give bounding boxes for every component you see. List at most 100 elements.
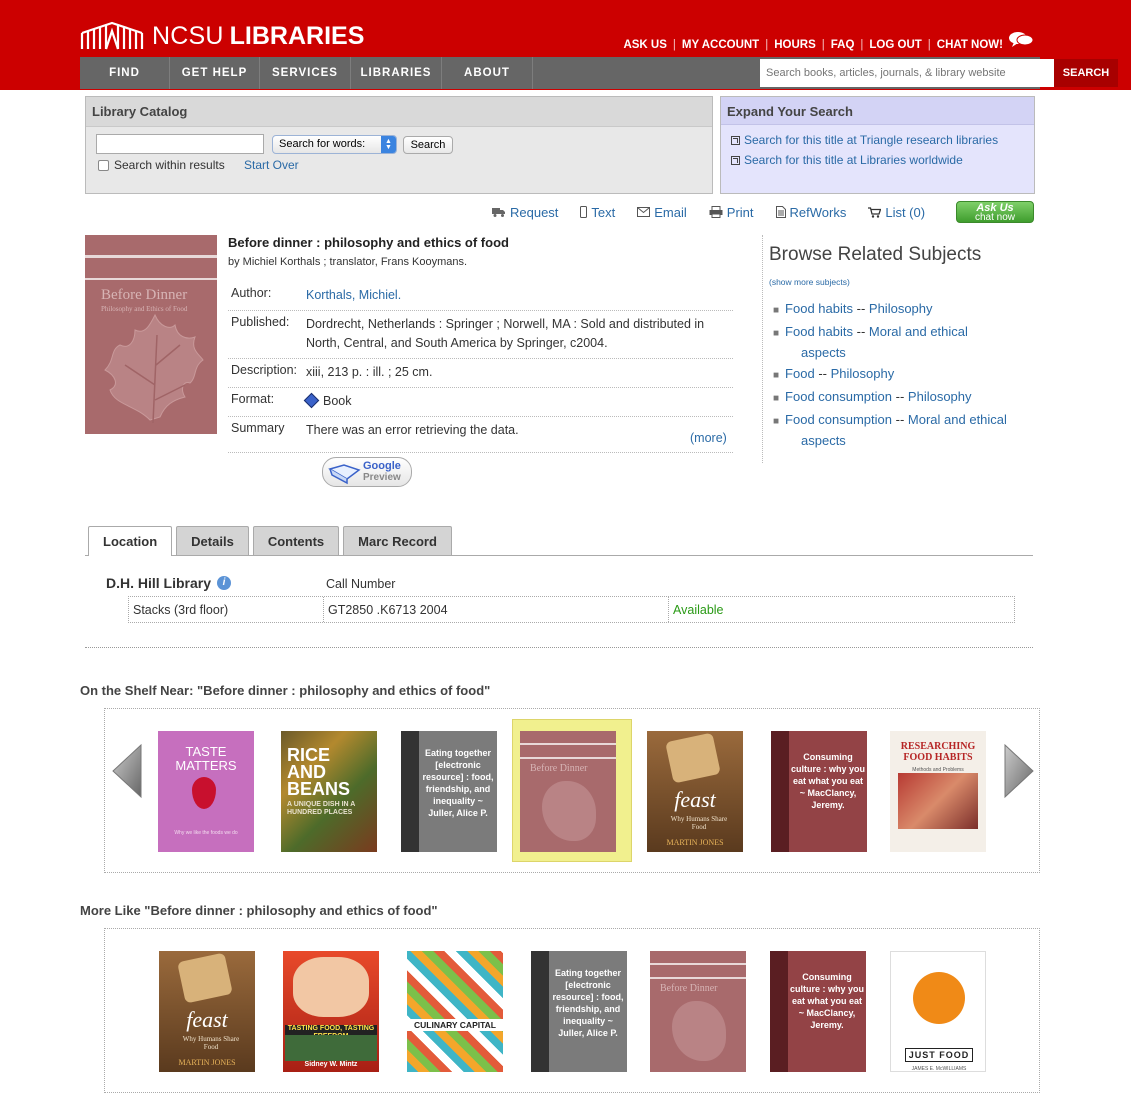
more-like-carousel: feast Why Humans Share Food MARTIN JONES TA… [104, 928, 1040, 1093]
book-thumbnail[interactable]: RESEARCHING FOOD HABITS Methods and Proble… [890, 731, 986, 852]
log-out-link[interactable]: LOG OUT [869, 39, 921, 51]
subject-sub[interactable]: Moral and ethical [869, 324, 968, 339]
request-link[interactable]: Request [492, 205, 558, 220]
book-thumbnail[interactable]: Consuming culture : why you eat what you… [770, 951, 866, 1072]
ask-us-subtitle: chat now [974, 212, 1016, 223]
subject-item[interactable]: ■ Food consumption -- Moral and ethical a… [773, 410, 1007, 450]
book-thumbnail[interactable]: feast Why Humans Share Food MARTIN JONES [647, 731, 743, 852]
catalog-search-button[interactable]: Search [403, 136, 453, 154]
nav-services[interactable]: SERVICES [260, 57, 351, 89]
subject-main[interactable]: Food habits [785, 301, 853, 316]
bullet-icon: ■ [773, 328, 780, 339]
book-title: Consuming culture : why you eat what you… [790, 972, 865, 1030]
triangle-libraries-link[interactable]: Search for this title at Triangle resear… [731, 133, 998, 147]
book-thumbnail[interactable]: Consuming culture : why you eat what you… [771, 731, 867, 852]
search-type-value: Search for words: [279, 138, 366, 150]
field-row-format: Format: Book [228, 388, 733, 417]
phone-icon [580, 206, 588, 218]
subject-sub[interactable]: Philosophy [869, 301, 933, 316]
catalog-search-input[interactable] [96, 134, 264, 154]
tab-marc-record[interactable]: Marc Record [343, 526, 452, 555]
list-label: List (0) [885, 204, 926, 220]
strawberry-icon [192, 777, 216, 809]
tab-contents[interactable]: Contents [252, 526, 340, 555]
worldwide-libraries-link[interactable]: Search for this title at Libraries world… [731, 153, 963, 167]
chat-bubble-icon[interactable] [1008, 31, 1034, 49]
field-label: Summary [231, 421, 285, 435]
book-thumbnail[interactable]: Before Dinner [520, 731, 616, 852]
faq-link[interactable]: FAQ [831, 39, 855, 51]
cover-band [85, 255, 217, 258]
print-link[interactable]: Print [709, 205, 754, 220]
book-thumbnail[interactable]: TASTE MATTERS Why we like the foods we do [158, 731, 254, 852]
email-label: Email [654, 204, 687, 220]
book-thumbnail[interactable]: RICE AND BEANS A UNIQUE DISH IN A HUNDRED P… [281, 731, 377, 852]
book-subtitle: Why we like the foods we do [174, 830, 238, 836]
search-type-select[interactable]: Search for words: ▲ ▼ [272, 135, 397, 154]
book-thumbnail[interactable]: JUST FOOD JAMES E. McWILLIAMS [890, 951, 986, 1072]
bullet-icon: ■ [773, 393, 780, 404]
main-nav: FIND GET HELP SERVICES LIBRARIES ABOUT S… [80, 57, 1118, 89]
subject-main[interactable]: Food consumption [785, 412, 892, 427]
nav-find[interactable]: FIND [80, 57, 170, 89]
subject-sub[interactable]: Philosophy [908, 389, 972, 404]
subject-sub-cont[interactable]: aspects [773, 431, 1007, 450]
document-icon [775, 206, 786, 218]
my-account-link[interactable]: MY ACCOUNT [682, 39, 759, 51]
subject-main[interactable]: Food [785, 366, 815, 381]
ncsu-libraries-logo[interactable]: NCSU LIBRARIES [80, 16, 364, 56]
chat-now-link[interactable]: CHAT NOW! [937, 39, 1003, 51]
cover-band [520, 743, 616, 745]
refworks-link[interactable]: RefWorks [775, 205, 846, 220]
google-preview-button[interactable]: Google Preview [322, 457, 412, 487]
subject-main[interactable]: Food habits [785, 324, 853, 339]
book-thumbnail[interactable]: Before Dinner [650, 951, 746, 1072]
smile-image [293, 957, 369, 1017]
carousel-next-arrow-icon[interactable] [1003, 743, 1035, 799]
subject-item[interactable]: ■ Food consumption -- Philosophy [773, 387, 972, 408]
ask-us-chat-button[interactable]: Ask Us chat now [956, 201, 1034, 223]
tab-location[interactable]: Location [88, 526, 173, 556]
ask-us-link[interactable]: ASK US [623, 39, 666, 51]
hours-link[interactable]: HOURS [774, 39, 816, 51]
book-title: Eating together [electronic resource] : … [552, 968, 624, 1038]
subject-item[interactable]: ■ Food habits -- Moral and ethical aspect… [773, 322, 968, 362]
record-title: Before dinner : philosophy and ethics of… [228, 235, 509, 250]
subject-main[interactable]: Food consumption [785, 389, 892, 404]
nav-get-help[interactable]: GET HELP [170, 57, 260, 89]
book-thumbnail[interactable]: feast Why Humans Share Food MARTIN JONES [159, 951, 255, 1072]
start-over-link[interactable]: Start Over [244, 158, 299, 172]
text-link[interactable]: Text [580, 205, 615, 220]
nav-libraries[interactable]: LIBRARIES [351, 57, 442, 89]
search-within-toggle[interactable]: Search within results [98, 158, 225, 172]
subject-sub-cont[interactable]: aspects [773, 343, 968, 362]
book-thumbnail[interactable]: TASTING FOOD, TASTING FREEDOMSidney W. M… [283, 951, 379, 1072]
email-link[interactable]: Email [637, 205, 687, 220]
more-summary-link[interactable]: (more) [690, 431, 727, 445]
browse-related-subjects: Browse Related Subjects (show more subje… [762, 235, 1032, 463]
subject-sub[interactable]: Moral and ethical [908, 412, 1007, 427]
print-label: Print [726, 204, 754, 220]
author-link[interactable]: Korthals, Michiel. [306, 286, 733, 305]
site-search-button[interactable]: SEARCH [1054, 59, 1118, 87]
library-logo-icon [80, 21, 144, 50]
book-thumbnail[interactable]: CULINARY CAPITAL [407, 951, 503, 1072]
divider [85, 647, 1033, 648]
book-title: Before Dinner [660, 983, 718, 994]
site-search-input[interactable] [760, 59, 1054, 87]
search-within-checkbox[interactable] [98, 159, 109, 171]
show-more-subjects-link[interactable]: (show more subjects) [769, 277, 1032, 287]
book-title: FOOD HABITS [903, 752, 973, 763]
subject-item[interactable]: ■ Food -- Philosophy [773, 364, 894, 385]
book-thumbnail[interactable]: Eating together [electronic resource] : … [401, 731, 497, 852]
book-title: RESEARCHING [900, 741, 976, 752]
list-link[interactable]: List (0) [868, 205, 925, 220]
subject-sub[interactable]: Philosophy [831, 366, 895, 381]
info-icon[interactable]: i [217, 576, 232, 590]
nav-about[interactable]: ABOUT [442, 57, 533, 89]
subject-item[interactable]: ■ Food habits -- Philosophy [773, 299, 933, 320]
book-thumbnail[interactable]: Eating together [electronic resource] : … [531, 951, 627, 1072]
carousel-prev-arrow-icon[interactable] [111, 743, 143, 799]
bullet-icon: ■ [773, 416, 780, 427]
tab-details[interactable]: Details [176, 526, 249, 555]
